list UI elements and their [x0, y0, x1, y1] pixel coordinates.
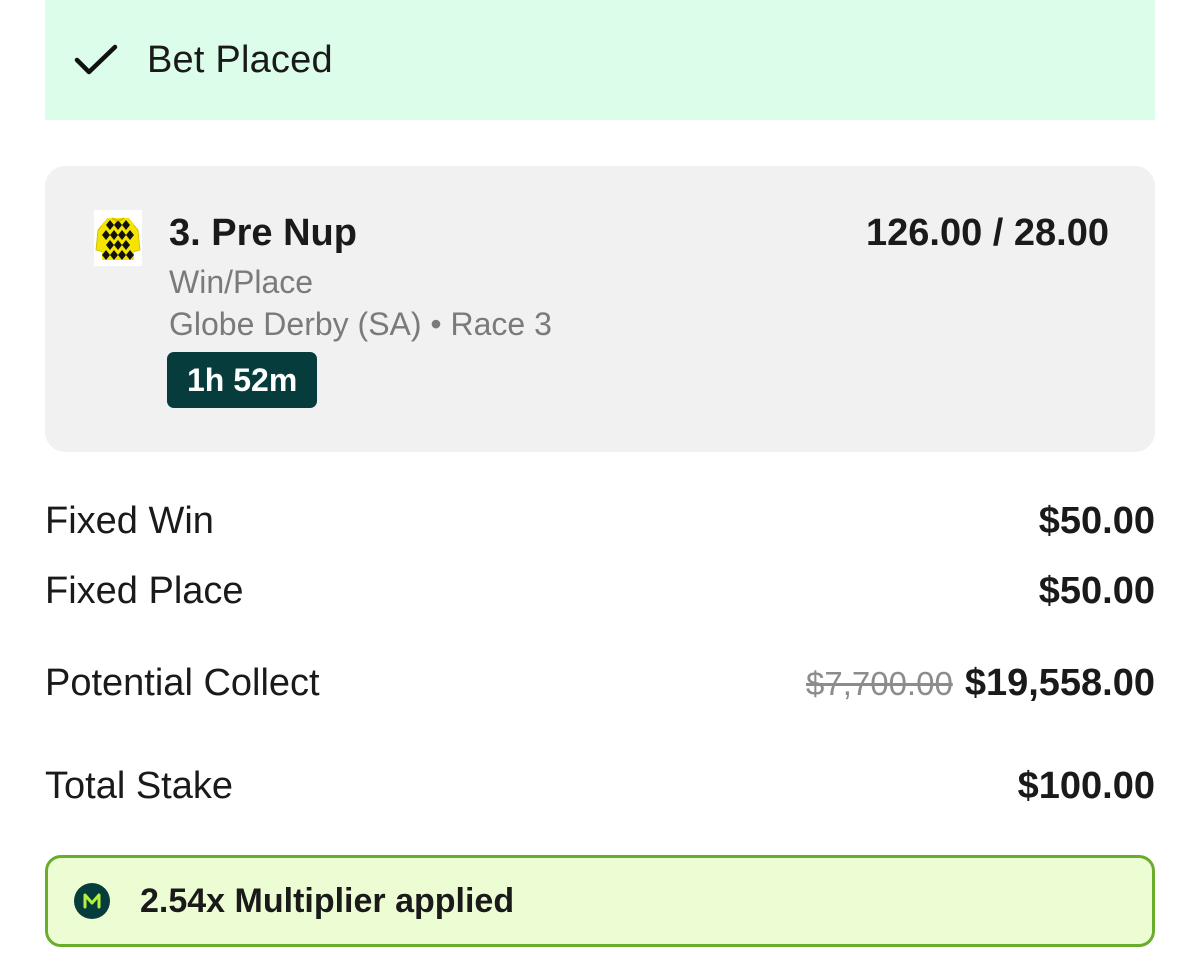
multiplier-m-icon: [74, 883, 110, 919]
potential-collect-amount: $19,558.00: [964, 662, 1155, 704]
potential-collect-label: Potential Collect: [45, 662, 320, 704]
fixed-place-amount: $50.00: [1038, 570, 1155, 612]
multiplier-banner: 2.54x Multiplier applied: [45, 855, 1155, 947]
fixed-win-row: Fixed Win $50.00: [45, 500, 1155, 543]
fixed-place-label: Fixed Place: [45, 570, 244, 612]
runner-name[interactable]: 3. Pre Nup: [169, 212, 357, 255]
fixed-win-amount: $50.00: [1038, 500, 1155, 542]
potential-collect-row: Potential Collect $7,700.00 $19,558.00: [45, 662, 1155, 705]
original-collect-amount: $7,700.00: [806, 665, 953, 702]
bet-type: Win/Place: [169, 264, 314, 300]
bet-placed-banner: Bet Placed: [45, 0, 1155, 120]
fixed-place-row: Fixed Place $50.00: [45, 570, 1155, 613]
selection-card: 3. Pre Nup 126.00 / 28.00 Win/Place Glob…: [45, 166, 1155, 452]
banner-title: Bet Placed: [147, 38, 333, 81]
check-icon: [73, 43, 119, 77]
total-stake-label: Total Stake: [45, 765, 233, 807]
total-stake-amount: $100.00: [1017, 765, 1155, 807]
race-meeting: Globe Derby (SA) • Race 3: [169, 306, 552, 342]
odds: 126.00 / 28.00: [866, 212, 1109, 254]
fixed-win-label: Fixed Win: [45, 500, 214, 542]
jockey-silk-icon: [94, 210, 142, 266]
race-countdown-badge: 1h 52m: [167, 352, 318, 408]
bet-confirmation: Bet Placed 3. Pre Nup 126.00 / 28.00 Win…: [0, 0, 1200, 961]
total-stake-row: Total Stake $100.00: [45, 765, 1155, 808]
potential-collect-values: $7,700.00 $19,558.00: [806, 662, 1155, 705]
multiplier-text: 2.54x Multiplier applied: [140, 881, 515, 920]
